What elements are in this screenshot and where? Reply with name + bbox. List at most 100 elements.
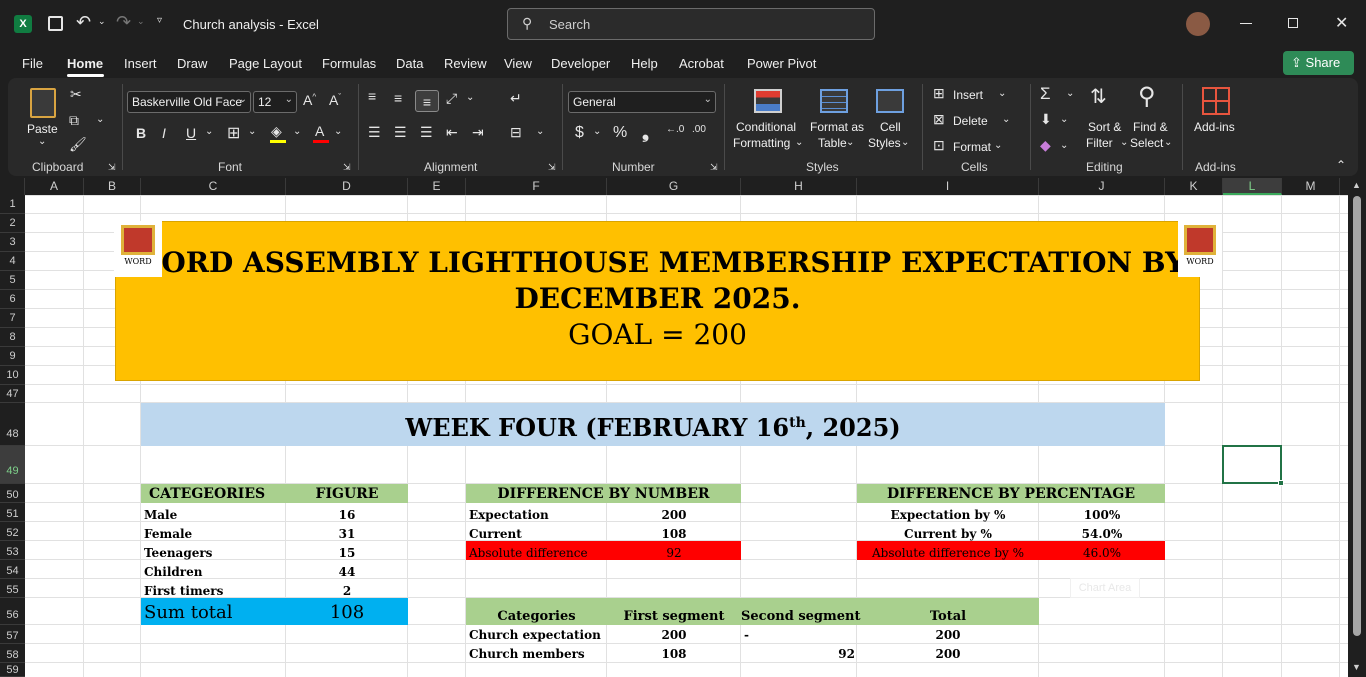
find-select-icon[interactable]: ⚲: [1138, 82, 1156, 111]
column-header-m[interactable]: M: [1282, 178, 1340, 195]
fill-dropdown-icon[interactable]: ⌄: [293, 126, 301, 137]
restore-icon[interactable]: [1288, 18, 1298, 28]
bold-icon[interactable]: B: [136, 125, 146, 141]
add-ins-icon[interactable]: [1202, 87, 1230, 115]
merge-center-icon[interactable]: ⊟: [510, 124, 522, 141]
chevron-down-icon[interactable]: ⌄: [1164, 137, 1172, 148]
minimize-icon[interactable]: [1240, 23, 1252, 24]
scroll-thumb[interactable]: [1353, 196, 1361, 636]
tab-insert[interactable]: Insert: [124, 56, 157, 71]
delete-cells-button[interactable]: Delete: [953, 114, 988, 129]
chevron-down-icon[interactable]: ⌄: [1060, 114, 1068, 125]
fill-icon[interactable]: ⬇: [1040, 111, 1052, 128]
conditional-formatting-icon[interactable]: [754, 89, 782, 113]
tab-data[interactable]: Data: [396, 56, 423, 71]
column-header-h[interactable]: H: [741, 178, 857, 195]
avatar[interactable]: [1186, 12, 1210, 36]
row-header[interactable]: 1: [0, 195, 25, 214]
format-painter-icon[interactable]: 🖌: [69, 136, 87, 153]
currency-dropdown-icon[interactable]: ⌄: [593, 126, 601, 137]
vertical-scrollbar[interactable]: ▲ ▼: [1348, 178, 1366, 677]
week-header[interactable]: WEEK FOUR (FEBRUARY 16th, 2025): [141, 403, 1165, 446]
insert-cells-icon[interactable]: ⊞: [933, 85, 945, 102]
row-header[interactable]: 56: [0, 598, 25, 625]
chevron-down-icon[interactable]: ⌄: [1002, 114, 1010, 125]
underline-dropdown-icon[interactable]: ⌄: [205, 126, 213, 137]
wrap-text-icon[interactable]: ↵: [510, 90, 522, 107]
chevron-down-icon[interactable]: ⌄: [1120, 137, 1128, 148]
tab-draw[interactable]: Draw: [177, 56, 207, 71]
increase-indent-icon[interactable]: ⇥: [472, 124, 484, 141]
tab-help[interactable]: Help: [631, 56, 658, 71]
copy-dropdown-icon[interactable]: ⌄: [96, 114, 104, 125]
select-all-corner[interactable]: [0, 178, 25, 195]
search-box[interactable]: ⚲ Search: [507, 8, 875, 40]
save-icon[interactable]: [48, 16, 63, 31]
paste-icon[interactable]: [30, 88, 56, 118]
row-header[interactable]: 6: [0, 290, 25, 309]
row-header[interactable]: 54: [0, 560, 25, 579]
decrease-indent-icon[interactable]: ⇤: [446, 124, 458, 141]
row-header[interactable]: 4: [0, 252, 25, 271]
share-button[interactable]: ⇪ Share: [1283, 51, 1354, 75]
sort-filter-icon[interactable]: ⇅: [1090, 84, 1107, 109]
redo-dropdown-icon[interactable]: ⌄: [137, 16, 145, 27]
row-header[interactable]: 48: [0, 403, 25, 446]
paste-dropdown-icon[interactable]: ⌄: [38, 136, 46, 147]
row-header[interactable]: 51: [0, 503, 25, 522]
row-header[interactable]: 52: [0, 522, 25, 541]
tab-review[interactable]: Review: [444, 56, 487, 71]
row-header[interactable]: 8: [0, 328, 25, 347]
logo-right[interactable]: WORD: [1178, 221, 1222, 277]
cut-icon[interactable]: ✂: [70, 86, 82, 103]
scroll-down-icon[interactable]: ▼: [1352, 662, 1361, 672]
find-select-label-1[interactable]: Find &: [1133, 120, 1168, 135]
column-header-e[interactable]: E: [408, 178, 466, 195]
autosum-icon[interactable]: Σ: [1040, 84, 1051, 104]
align-right-icon[interactable]: ☰: [420, 124, 433, 141]
tab-power-pivot[interactable]: Power Pivot: [747, 56, 816, 71]
find-select-label-2[interactable]: Select: [1130, 136, 1163, 151]
customize-toolbar-icon[interactable]: ▿: [157, 15, 162, 26]
format-as-table-label-1[interactable]: Format as: [810, 120, 864, 135]
font-name-select[interactable]: Baskerville Old Face ⌄: [127, 91, 251, 113]
comma-icon[interactable]: ❟: [642, 122, 649, 143]
chevron-down-icon[interactable]: ⌄: [1066, 88, 1074, 99]
cell-styles-icon[interactable]: [876, 89, 904, 113]
column-header-a[interactable]: A: [25, 178, 84, 195]
column-header-l[interactable]: L: [1223, 178, 1282, 195]
selected-cell[interactable]: [1222, 445, 1284, 486]
row-header[interactable]: 58: [0, 644, 25, 663]
row-header[interactable]: 9: [0, 347, 25, 366]
conditional-formatting-label-1[interactable]: Conditional: [736, 120, 796, 135]
column-header-j[interactable]: J: [1039, 178, 1165, 195]
font-size-select[interactable]: 12 ⌄: [253, 91, 297, 113]
align-middle-icon[interactable]: ≡: [394, 90, 402, 106]
column-header-k[interactable]: K: [1165, 178, 1223, 195]
cell-styles-label-1[interactable]: Cell: [880, 120, 901, 135]
tab-acrobat[interactable]: Acrobat: [679, 56, 724, 71]
currency-icon[interactable]: $: [575, 124, 584, 142]
add-ins-button[interactable]: Add-ins: [1194, 120, 1235, 135]
column-header-d[interactable]: D: [286, 178, 408, 195]
row-header[interactable]: 2: [0, 214, 25, 233]
scroll-up-icon[interactable]: ▲: [1352, 180, 1361, 190]
chevron-down-icon[interactable]: ⌄: [846, 137, 854, 148]
chevron-down-icon[interactable]: ⌄: [901, 137, 909, 148]
fill-color-icon[interactable]: ◈: [271, 123, 282, 140]
column-header-b[interactable]: B: [84, 178, 141, 195]
number-launcher-icon[interactable]: ⇲: [710, 162, 718, 173]
orientation-icon[interactable]: ⤢: [446, 90, 457, 107]
font-launcher-icon[interactable]: ⇲: [343, 162, 351, 173]
copy-icon[interactable]: ⧉: [69, 112, 79, 129]
decrease-decimal-icon[interactable]: .00: [692, 124, 706, 135]
tab-page-layout[interactable]: Page Layout: [229, 56, 302, 71]
row-header[interactable]: 10: [0, 366, 25, 385]
decrease-font-icon[interactable]: Aˇ: [329, 92, 341, 108]
chevron-down-icon[interactable]: ⌄: [998, 88, 1006, 99]
row-header[interactable]: 47: [0, 385, 25, 403]
worksheet-grid[interactable]: WORD ASSEMBLY LIGHTHOUSE MEMBERSHIP EXPE…: [25, 195, 1348, 677]
font-color-icon[interactable]: A: [315, 123, 324, 139]
format-cells-icon[interactable]: ⊡: [933, 137, 945, 154]
column-header-c[interactable]: C: [141, 178, 286, 195]
